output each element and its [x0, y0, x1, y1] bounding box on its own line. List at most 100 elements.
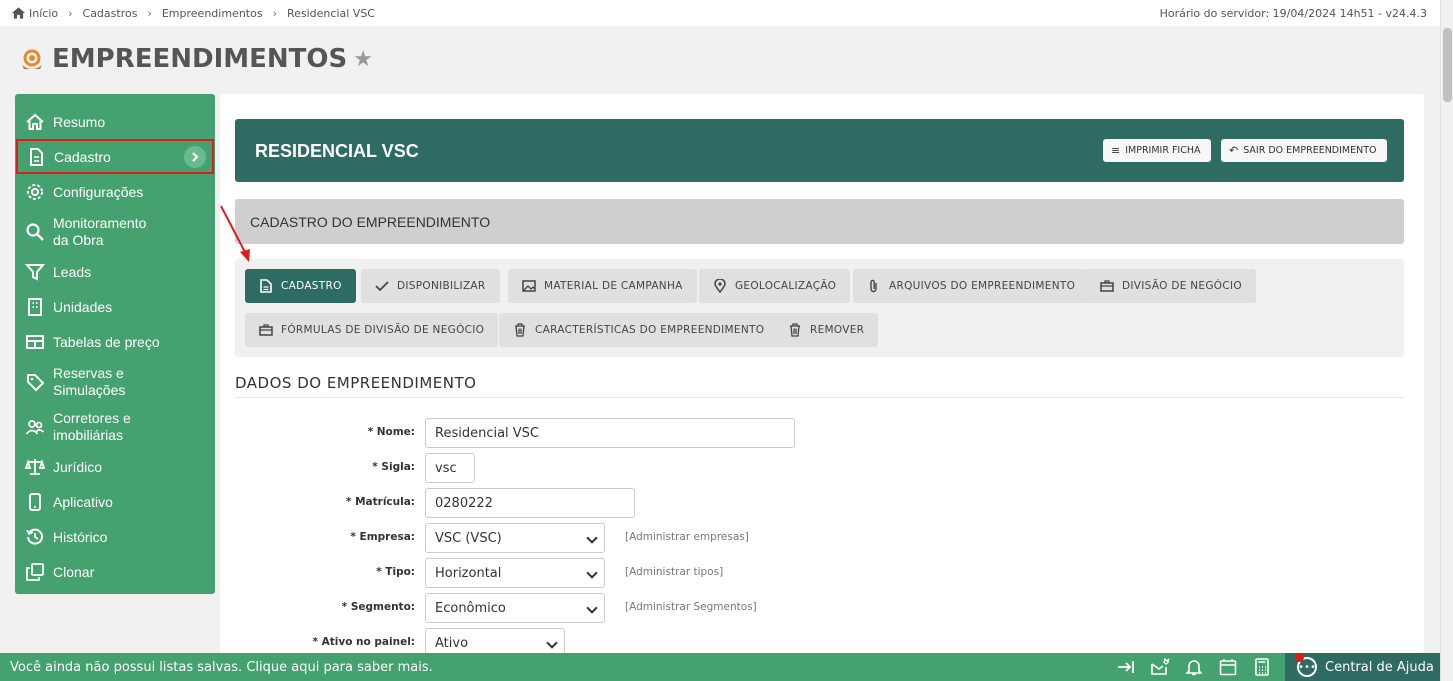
chat-help-icon: •••: [1295, 653, 1317, 677]
chevron-right-icon: ›: [68, 6, 73, 20]
list-icon: ≡: [1111, 144, 1121, 157]
collapse-right-icon[interactable]: [1115, 658, 1137, 676]
page-header: EMPREENDIMENTOS ★: [20, 44, 373, 74]
tab-material-campanha[interactable]: MATERIAL DE CAMPANHA: [508, 269, 697, 303]
gear-icon: [25, 182, 45, 202]
help-center-button[interactable]: ••• Central de Ajuda: [1285, 653, 1440, 681]
field-label: * Empresa:: [350, 531, 415, 543]
label-line-1: Corretores e: [53, 409, 131, 426]
home-icon[interactable]: [12, 7, 25, 19]
field-sigla: * Sigla: vsc: [220, 453, 1120, 483]
briefcase-icon: [259, 323, 273, 337]
segmento-select[interactable]: Econômico: [425, 593, 605, 623]
home-icon: [25, 112, 45, 132]
main-content: RESIDENCIAL VSC ≡ IMPRIMIR FICHA ↶ SAIR …: [220, 94, 1424, 654]
field-label: * Matrícula:: [345, 496, 415, 508]
sidebar-item-clonar[interactable]: Clonar: [15, 554, 215, 589]
tab-label: DISPONIBILIZAR: [397, 280, 486, 292]
building-icon: [25, 297, 45, 317]
sidebar-item-configuracoes[interactable]: Configurações: [15, 174, 215, 209]
sidebar-item-label: Cadastro: [54, 148, 111, 165]
breadcrumb: Início › Cadastros › Empreendimentos › R…: [12, 7, 375, 20]
scrollbar-thumb[interactable]: [1443, 28, 1452, 102]
label-line-2: imobiliárias: [53, 426, 124, 443]
sidebar-item-label: Jurídico: [53, 458, 103, 475]
sidebar-item-label: Unidades: [53, 298, 113, 315]
bell-icon[interactable]: [1183, 658, 1205, 676]
tab-divisao-negocio[interactable]: DIVISÃO DE NEGÓCIO: [1086, 269, 1256, 303]
label-line-1: Monitoramento: [53, 214, 147, 231]
sidebar-item-label: Clonar: [53, 563, 95, 580]
filter-icon: [25, 262, 45, 282]
sidebar-item-monitoramento[interactable]: Monitoramento da Obra: [15, 209, 215, 254]
calculator-icon[interactable]: [1251, 658, 1273, 676]
breadcrumb-home[interactable]: Início: [29, 7, 58, 20]
sidebar-item-juridico[interactable]: Jurídico: [15, 449, 215, 484]
page-scrollbar[interactable]: [1440, 0, 1453, 681]
tab-caracteristicas[interactable]: CARACTERÍSTICAS DO EMPREENDIMENTO: [499, 313, 779, 347]
sidebar-item-resumo[interactable]: Resumo: [15, 104, 215, 139]
label-line-1: Reservas e: [53, 364, 124, 381]
scales-icon: [25, 457, 45, 477]
tab-formulas-divisao[interactable]: FÓRMULAS DE DIVISÃO DE NEGÓCIO: [245, 313, 499, 347]
calendar-icon[interactable]: [1217, 658, 1239, 676]
sidebar-item-reservas[interactable]: Reservas e Simulações: [15, 359, 215, 404]
admin-segmentos-link[interactable]: [Administrar Segmentos]: [625, 601, 757, 613]
field-label: * Nome:: [367, 426, 415, 438]
field-segmento: * Segmento: Econômico [Administrar Segme…: [220, 593, 1120, 623]
sidebar-item-unidades[interactable]: Unidades: [15, 289, 215, 324]
mail-heart-icon[interactable]: [1149, 658, 1171, 676]
matricula-input[interactable]: 0280222: [425, 488, 635, 518]
sigla-input[interactable]: vsc: [425, 453, 475, 483]
admin-tipos-link[interactable]: [Administrar tipos]: [625, 566, 723, 578]
admin-empresas-link[interactable]: [Administrar empresas]: [625, 531, 749, 543]
breadcrumb-cadastros[interactable]: Cadastros: [83, 7, 138, 20]
check-icon: [375, 279, 389, 293]
bottom-toolbar: [1115, 658, 1285, 676]
breadcrumb-empreendimentos[interactable]: Empreendimentos: [162, 7, 263, 20]
sidebar-item-label: Resumo: [53, 113, 106, 130]
tab-geolocalizacao[interactable]: GEOLOCALIZAÇÃO: [699, 269, 851, 303]
history-icon: [25, 527, 45, 547]
image-icon: [522, 279, 536, 293]
users-icon: [25, 417, 45, 437]
server-time: Horário do servidor: 19/04/2024 14h51 - …: [1159, 7, 1427, 20]
divider: [235, 397, 1404, 398]
tab-label: CADASTRO: [281, 280, 342, 292]
chevron-right-icon[interactable]: [184, 146, 206, 168]
nome-input[interactable]: Residencial VSC: [425, 418, 795, 448]
field-matricula: * Matrícula: 0280222: [220, 488, 1120, 518]
tab-disponibilizar[interactable]: DISPONIBILIZAR: [361, 269, 500, 303]
breadcrumb-current: Residencial VSC: [286, 6, 375, 20]
tab-arquivos[interactable]: ARQUIVOS DO EMPREENDIMENTO: [853, 269, 1090, 303]
empresa-select[interactable]: VSC (VSC): [425, 523, 605, 553]
print-sheet-label: IMPRIMIR FICHA: [1125, 145, 1201, 156]
field-ativo-painel: * Ativo no painel: Ativo: [220, 628, 1120, 654]
saved-lists-message[interactable]: Você ainda não possui listas salvas. Cli…: [10, 660, 433, 675]
trash-icon: [788, 323, 802, 337]
ativo-painel-select[interactable]: Ativo: [425, 628, 565, 654]
sidebar-item-label: Aplicativo: [53, 493, 113, 510]
tab-label: GEOLOCALIZAÇÃO: [735, 280, 837, 292]
sidebar-item-historico[interactable]: Histórico: [15, 519, 215, 554]
tab-remover[interactable]: REMOVER: [774, 313, 879, 347]
sidebar-item-tabelas[interactable]: Tabelas de preço: [15, 324, 215, 359]
form-title: DADOS DO EMPREENDIMENTO: [235, 374, 477, 392]
favorite-star-icon[interactable]: ★: [353, 47, 373, 72]
exit-project-button[interactable]: ↶ SAIR DO EMPREENDIMENTO: [1221, 139, 1387, 162]
print-sheet-button[interactable]: ≡ IMPRIMIR FICHA: [1103, 139, 1211, 162]
briefcase-icon: [1100, 279, 1114, 293]
sidebar-item-corretores[interactable]: Corretores e imobiliárias: [15, 404, 215, 449]
sidebar-item-cadastro[interactable]: Cadastro: [16, 139, 214, 174]
tab-label: CARACTERÍSTICAS DO EMPREENDIMENTO: [535, 324, 765, 336]
sidebar-item-aplicativo[interactable]: Aplicativo: [15, 484, 215, 519]
tab-cadastro[interactable]: CADASTRO: [245, 269, 356, 303]
table-icon: [25, 332, 45, 352]
sidebar-item-leads[interactable]: Leads: [15, 254, 215, 289]
field-empresa: * Empresa: VSC (VSC) [Administrar empres…: [220, 523, 1120, 553]
tab-label: ARQUIVOS DO EMPREENDIMENTO: [889, 280, 1076, 292]
tipo-select[interactable]: Horizontal: [425, 558, 605, 588]
top-bar: Início › Cadastros › Empreendimentos › R…: [0, 0, 1440, 26]
exit-project-label: SAIR DO EMPREENDIMENTO: [1243, 145, 1377, 156]
label-line-2: da Obra: [53, 231, 104, 248]
